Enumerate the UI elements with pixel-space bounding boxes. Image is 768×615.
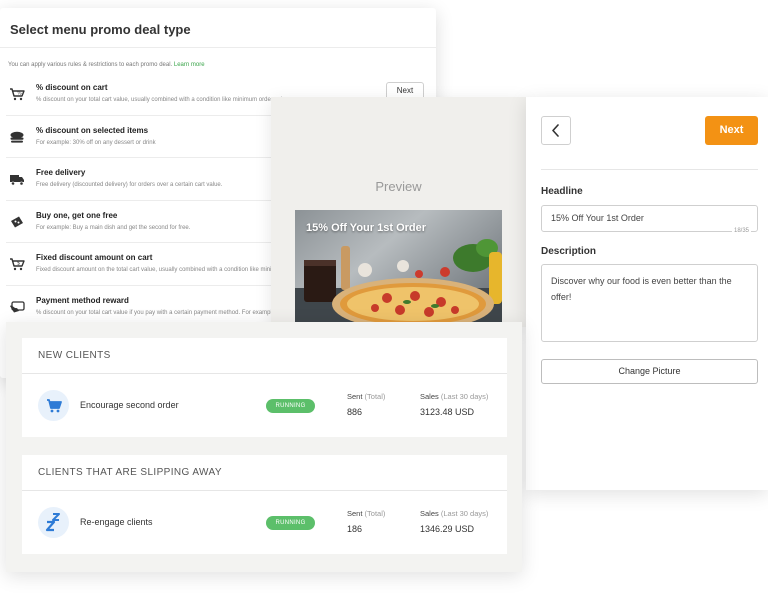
deal-option-name: Payment method reward [36,295,129,305]
deal-option-desc: For example: 30% off on any dessert or d… [36,139,156,146]
sent-label-text: Sent [347,509,363,518]
deal-option-desc: Free delivery (discounted delivery) for … [36,182,223,188]
svg-text:%: % [17,91,22,97]
sent-qualifier: (Total) [364,392,386,401]
change-picture-button[interactable]: Change Picture [541,359,758,384]
campaign-row[interactable]: Re-engage clients RUNNING Sent (Total) 1… [22,491,507,554]
chevron-left-icon [552,124,559,137]
sales-label-text: Sales [420,509,439,518]
sleep-zz-icon [38,507,69,538]
ticket-icon [11,216,23,227]
back-button[interactable] [541,116,571,145]
sales-label-text: Sales [420,392,439,401]
sent-value: 186 [347,524,363,534]
deal-option-desc: % discount on your total cart value if y… [36,309,306,316]
cart-percent-icon: % [10,88,25,101]
promo-edit-form: Next Headline 15% Off Your 1st Order 18/… [526,97,768,490]
sent-label: Sent (Total) [347,392,385,401]
deal-option-desc: % discount on your total cart value, usu… [36,97,291,103]
section-header: CLIENTS THAT ARE SLIPPING AWAY [22,455,507,491]
sales-value: 1346.29 USD [420,524,475,534]
sent-label: Sent (Total) [347,509,385,518]
promo-preview-image: 15% Off Your 1st Order [295,210,502,327]
delivery-truck-icon [10,175,24,186]
preview-panel: Preview 15% Off Your 1st Order [271,97,526,327]
deal-option-name: % discount on cart [36,83,108,92]
sales-label: Sales (Last 30 days) [420,392,488,401]
intro-text: You can apply various rules & restrictio… [0,48,436,73]
section-slipping-away: CLIENTS THAT ARE SLIPPING AWAY Re-engage… [22,455,507,554]
dish-icon [10,131,24,143]
deal-option-name: % discount on selected items [36,125,149,135]
status-badge: RUNNING [266,516,315,530]
deal-option-desc: For example: Buy a main dish and get the… [36,224,191,231]
next-button[interactable]: Next [705,116,758,145]
campaign-name: Encourage second order [80,400,179,410]
sent-qualifier: (Total) [364,509,386,518]
divider [541,169,758,170]
card-icon [10,300,25,312]
preview-label: Preview [375,179,422,194]
sales-qualifier: (Last 30 days) [440,392,489,401]
deal-option-name: Free delivery [36,168,86,177]
sales-label: Sales (Last 30 days) [420,509,488,518]
description-textarea[interactable]: Discover why our food is even better tha… [541,264,758,342]
deal-option-name: Buy one, get one free [36,210,118,220]
section-header: NEW CLIENTS [22,338,507,374]
headline-label: Headline [541,186,583,197]
cart-dollar-icon: $ [10,258,25,271]
sent-value: 886 [347,407,363,417]
char-counter: 18/35 [732,228,752,234]
sent-label-text: Sent [347,392,363,401]
campaigns-panel: NEW CLIENTS Encourage second order RUNNI… [6,322,522,572]
sales-qualifier: (Last 30 days) [440,509,489,518]
panel-title: Select menu promo deal type [0,8,436,48]
headline-input[interactable]: 15% Off Your 1st Order [541,205,758,232]
campaign-name: Re-engage clients [80,517,153,527]
sales-value: 3123.48 USD [420,407,475,417]
section-new-clients: NEW CLIENTS Encourage second order RUNNI… [22,338,507,437]
learn-more-link[interactable]: Learn more [174,62,205,68]
deal-option-name: Fixed discount amount on cart [36,253,153,262]
description-label: Description [541,246,597,257]
intro-copy: You can apply various rules & restrictio… [8,62,173,68]
svg-text:$: $ [17,261,20,267]
shopping-cart-icon [38,390,69,421]
campaign-row[interactable]: Encourage second order RUNNING Sent (Tot… [22,374,507,437]
status-badge: RUNNING [266,399,315,413]
preview-headline: 15% Off Your 1st Order [306,222,427,234]
